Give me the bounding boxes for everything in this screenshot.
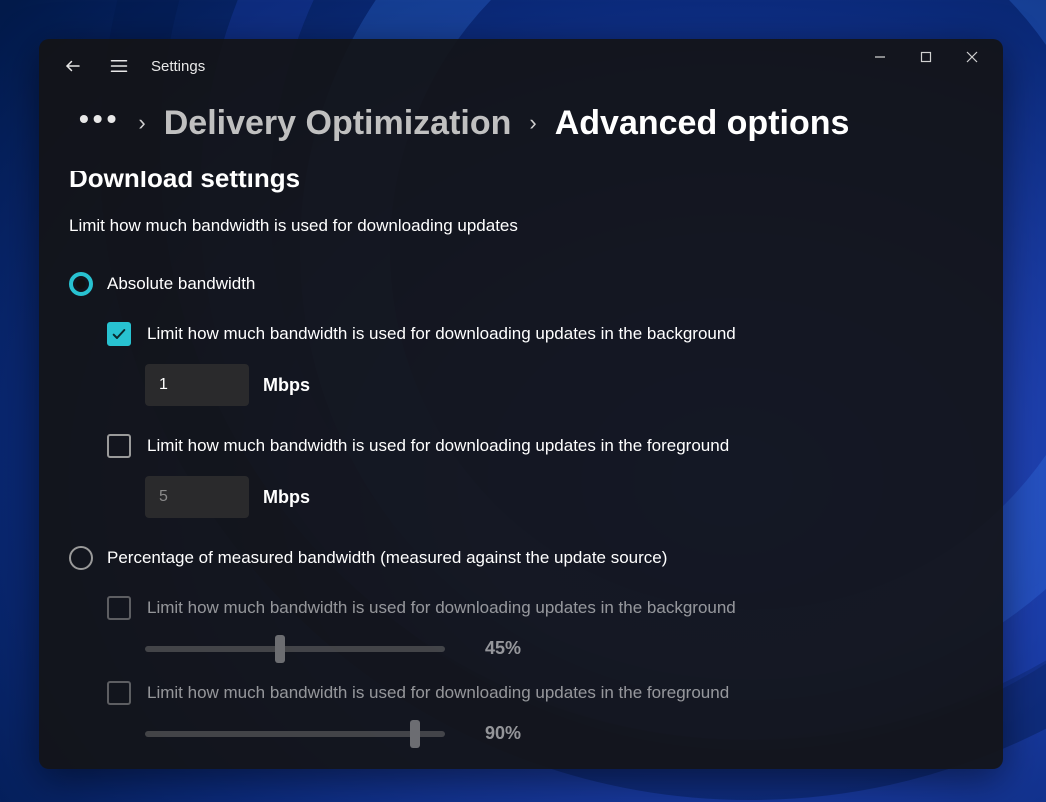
checkbox-icon [107, 681, 131, 705]
section-description: Limit how much bandwidth is used for dow… [69, 216, 973, 236]
breadcrumb: ••• › Delivery Optimization › Advanced o… [39, 93, 1003, 149]
close-icon [966, 51, 978, 63]
hamburger-menu-button[interactable] [105, 52, 133, 80]
content-area: Download settings Limit how much bandwid… [39, 171, 1003, 769]
checkbox-label: Limit how much bandwidth is used for dow… [147, 436, 729, 456]
checkbox-limit-bg-absolute[interactable]: Limit how much bandwidth is used for dow… [107, 322, 973, 346]
unit-label: Mbps [263, 487, 310, 508]
checkbox-label: Limit how much bandwidth is used for dow… [147, 598, 736, 618]
breadcrumb-overflow-button[interactable]: ••• [79, 103, 120, 143]
bg-percent-value: 45% [473, 638, 533, 659]
bg-percent-slider[interactable] [145, 646, 445, 652]
checkbox-label: Limit how much bandwidth is used for dow… [147, 324, 736, 344]
checkbox-icon [107, 322, 131, 346]
close-button[interactable] [949, 41, 995, 73]
check-icon [111, 326, 127, 342]
maximize-button[interactable] [903, 41, 949, 73]
hamburger-icon [110, 59, 128, 73]
chevron-right-icon: › [529, 110, 536, 136]
radio-label: Absolute bandwidth [107, 274, 255, 294]
back-button[interactable] [59, 52, 87, 80]
radio-icon [69, 272, 93, 296]
radio-absolute-bandwidth[interactable]: Absolute bandwidth [69, 272, 973, 296]
titlebar: Settings [39, 39, 1003, 93]
checkbox-limit-fg-percent[interactable]: Limit how much bandwidth is used for dow… [107, 681, 973, 705]
minimize-button[interactable] [857, 41, 903, 73]
maximize-icon [920, 51, 932, 63]
fg-percent-slider[interactable] [145, 731, 445, 737]
checkbox-limit-fg-absolute[interactable]: Limit how much bandwidth is used for dow… [107, 434, 973, 458]
radio-percentage-bandwidth[interactable]: Percentage of measured bandwidth (measur… [69, 546, 973, 570]
checkbox-limit-bg-percent[interactable]: Limit how much bandwidth is used for dow… [107, 596, 973, 620]
radio-label: Percentage of measured bandwidth (measur… [107, 548, 667, 568]
section-title: Download settings [69, 171, 973, 194]
arrow-left-icon [64, 57, 82, 75]
slider-thumb [275, 635, 285, 663]
unit-label: Mbps [263, 375, 310, 396]
app-title: Settings [151, 58, 205, 75]
breadcrumb-parent[interactable]: Delivery Optimization [164, 104, 512, 143]
settings-window: Settings ••• › Delivery Optimization › A… [39, 39, 1003, 769]
bg-mbps-input[interactable] [145, 364, 249, 406]
chevron-right-icon: › [138, 110, 145, 136]
fg-mbps-input[interactable] [145, 476, 249, 518]
checkbox-icon [107, 596, 131, 620]
minimize-icon [874, 51, 886, 63]
fg-percent-value: 90% [473, 723, 533, 744]
checkbox-icon [107, 434, 131, 458]
desktop-wallpaper: Settings ••• › Delivery Optimization › A… [0, 0, 1046, 802]
slider-thumb [410, 720, 420, 748]
checkbox-label: Limit how much bandwidth is used for dow… [147, 683, 729, 703]
breadcrumb-current: Advanced options [555, 104, 850, 143]
radio-icon [69, 546, 93, 570]
